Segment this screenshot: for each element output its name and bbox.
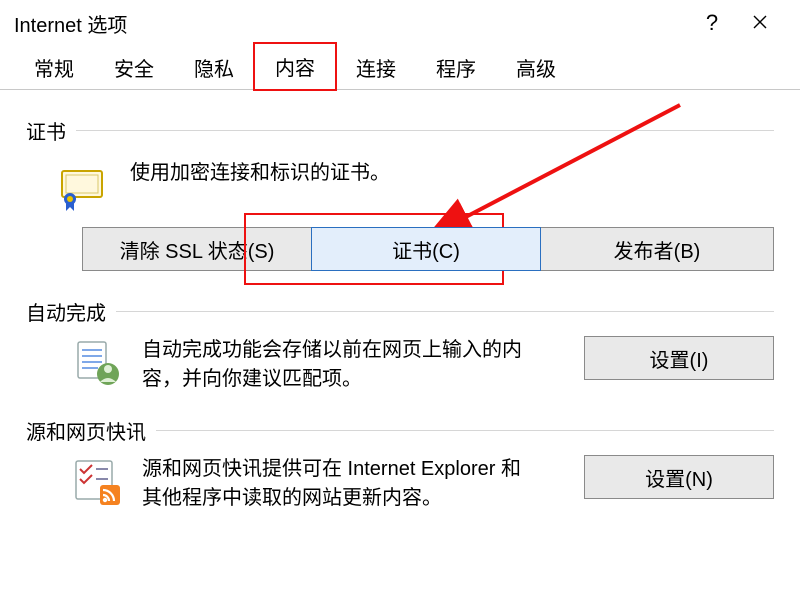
window-title: Internet 选项 [14,9,127,38]
button-label: 发布者(B) [614,235,701,264]
tab-label: 隐私 [194,59,234,81]
clear-ssl-button[interactable]: 清除 SSL 状态(S) [82,227,312,271]
tab-label: 高级 [516,59,556,81]
group-heading-label: 证书 [26,116,66,145]
button-label: 证书(C) [392,235,460,264]
tab-label: 连接 [356,59,396,81]
tab-strip: 常规 安全 隐私 内容 连接 程序 高级 [0,46,800,90]
tab-label: 程序 [436,59,476,81]
tab-label: 常规 [34,59,74,81]
feeds-desc: 源和网页快讯提供可在 Internet Explorer 和其他程序中读取的网站… [142,455,522,513]
close-icon [752,10,768,36]
certificates-desc: 使用加密连接和标识的证书。 [130,159,390,211]
group-heading-label: 源和网页快讯 [26,416,146,445]
autocomplete-settings-button[interactable]: 设置(I) [584,336,774,380]
button-label: 设置(I) [650,344,709,373]
group-rule [156,430,774,431]
help-button[interactable]: ? [688,0,736,46]
group-rule [116,311,774,312]
help-icon: ? [706,10,718,36]
feeds-icon [72,455,124,507]
group-rule [76,130,774,131]
tab-general[interactable]: 常规 [14,45,94,90]
tab-programs[interactable]: 程序 [416,45,496,90]
titlebar: Internet 选项 ? [0,0,800,46]
content-panel: 证书 使用加密连接和标识的证书。 清除 SSL 状态(S) 证书(C) 发布者(… [0,90,800,513]
button-label: 清除 SSL 状态(S) [120,235,275,264]
tab-advanced[interactable]: 高级 [496,45,576,90]
tab-content[interactable]: 内容 [254,43,336,90]
button-label: 设置(N) [645,463,713,492]
tab-connections[interactable]: 连接 [336,45,416,90]
autocomplete-icon [72,336,124,388]
tab-label: 内容 [275,58,315,80]
group-certificates: 证书 [26,116,774,145]
group-autocomplete: 自动完成 [26,297,774,326]
group-feeds: 源和网页快讯 [26,416,774,445]
tab-label: 安全 [114,59,154,81]
autocomplete-desc: 自动完成功能会存储以前在网页上输入的内容，并向你建议匹配项。 [142,336,522,394]
tab-security[interactable]: 安全 [94,45,174,90]
feeds-settings-button[interactable]: 设置(N) [584,455,774,499]
group-heading-label: 自动完成 [26,297,106,326]
certificates-button-row: 清除 SSL 状态(S) 证书(C) 发布者(B) [26,227,774,271]
publishers-button[interactable]: 发布者(B) [540,227,774,271]
certificates-button[interactable]: 证书(C) [311,227,541,271]
close-button[interactable] [736,0,784,46]
tab-privacy[interactable]: 隐私 [174,45,254,90]
certificate-icon [56,159,108,211]
